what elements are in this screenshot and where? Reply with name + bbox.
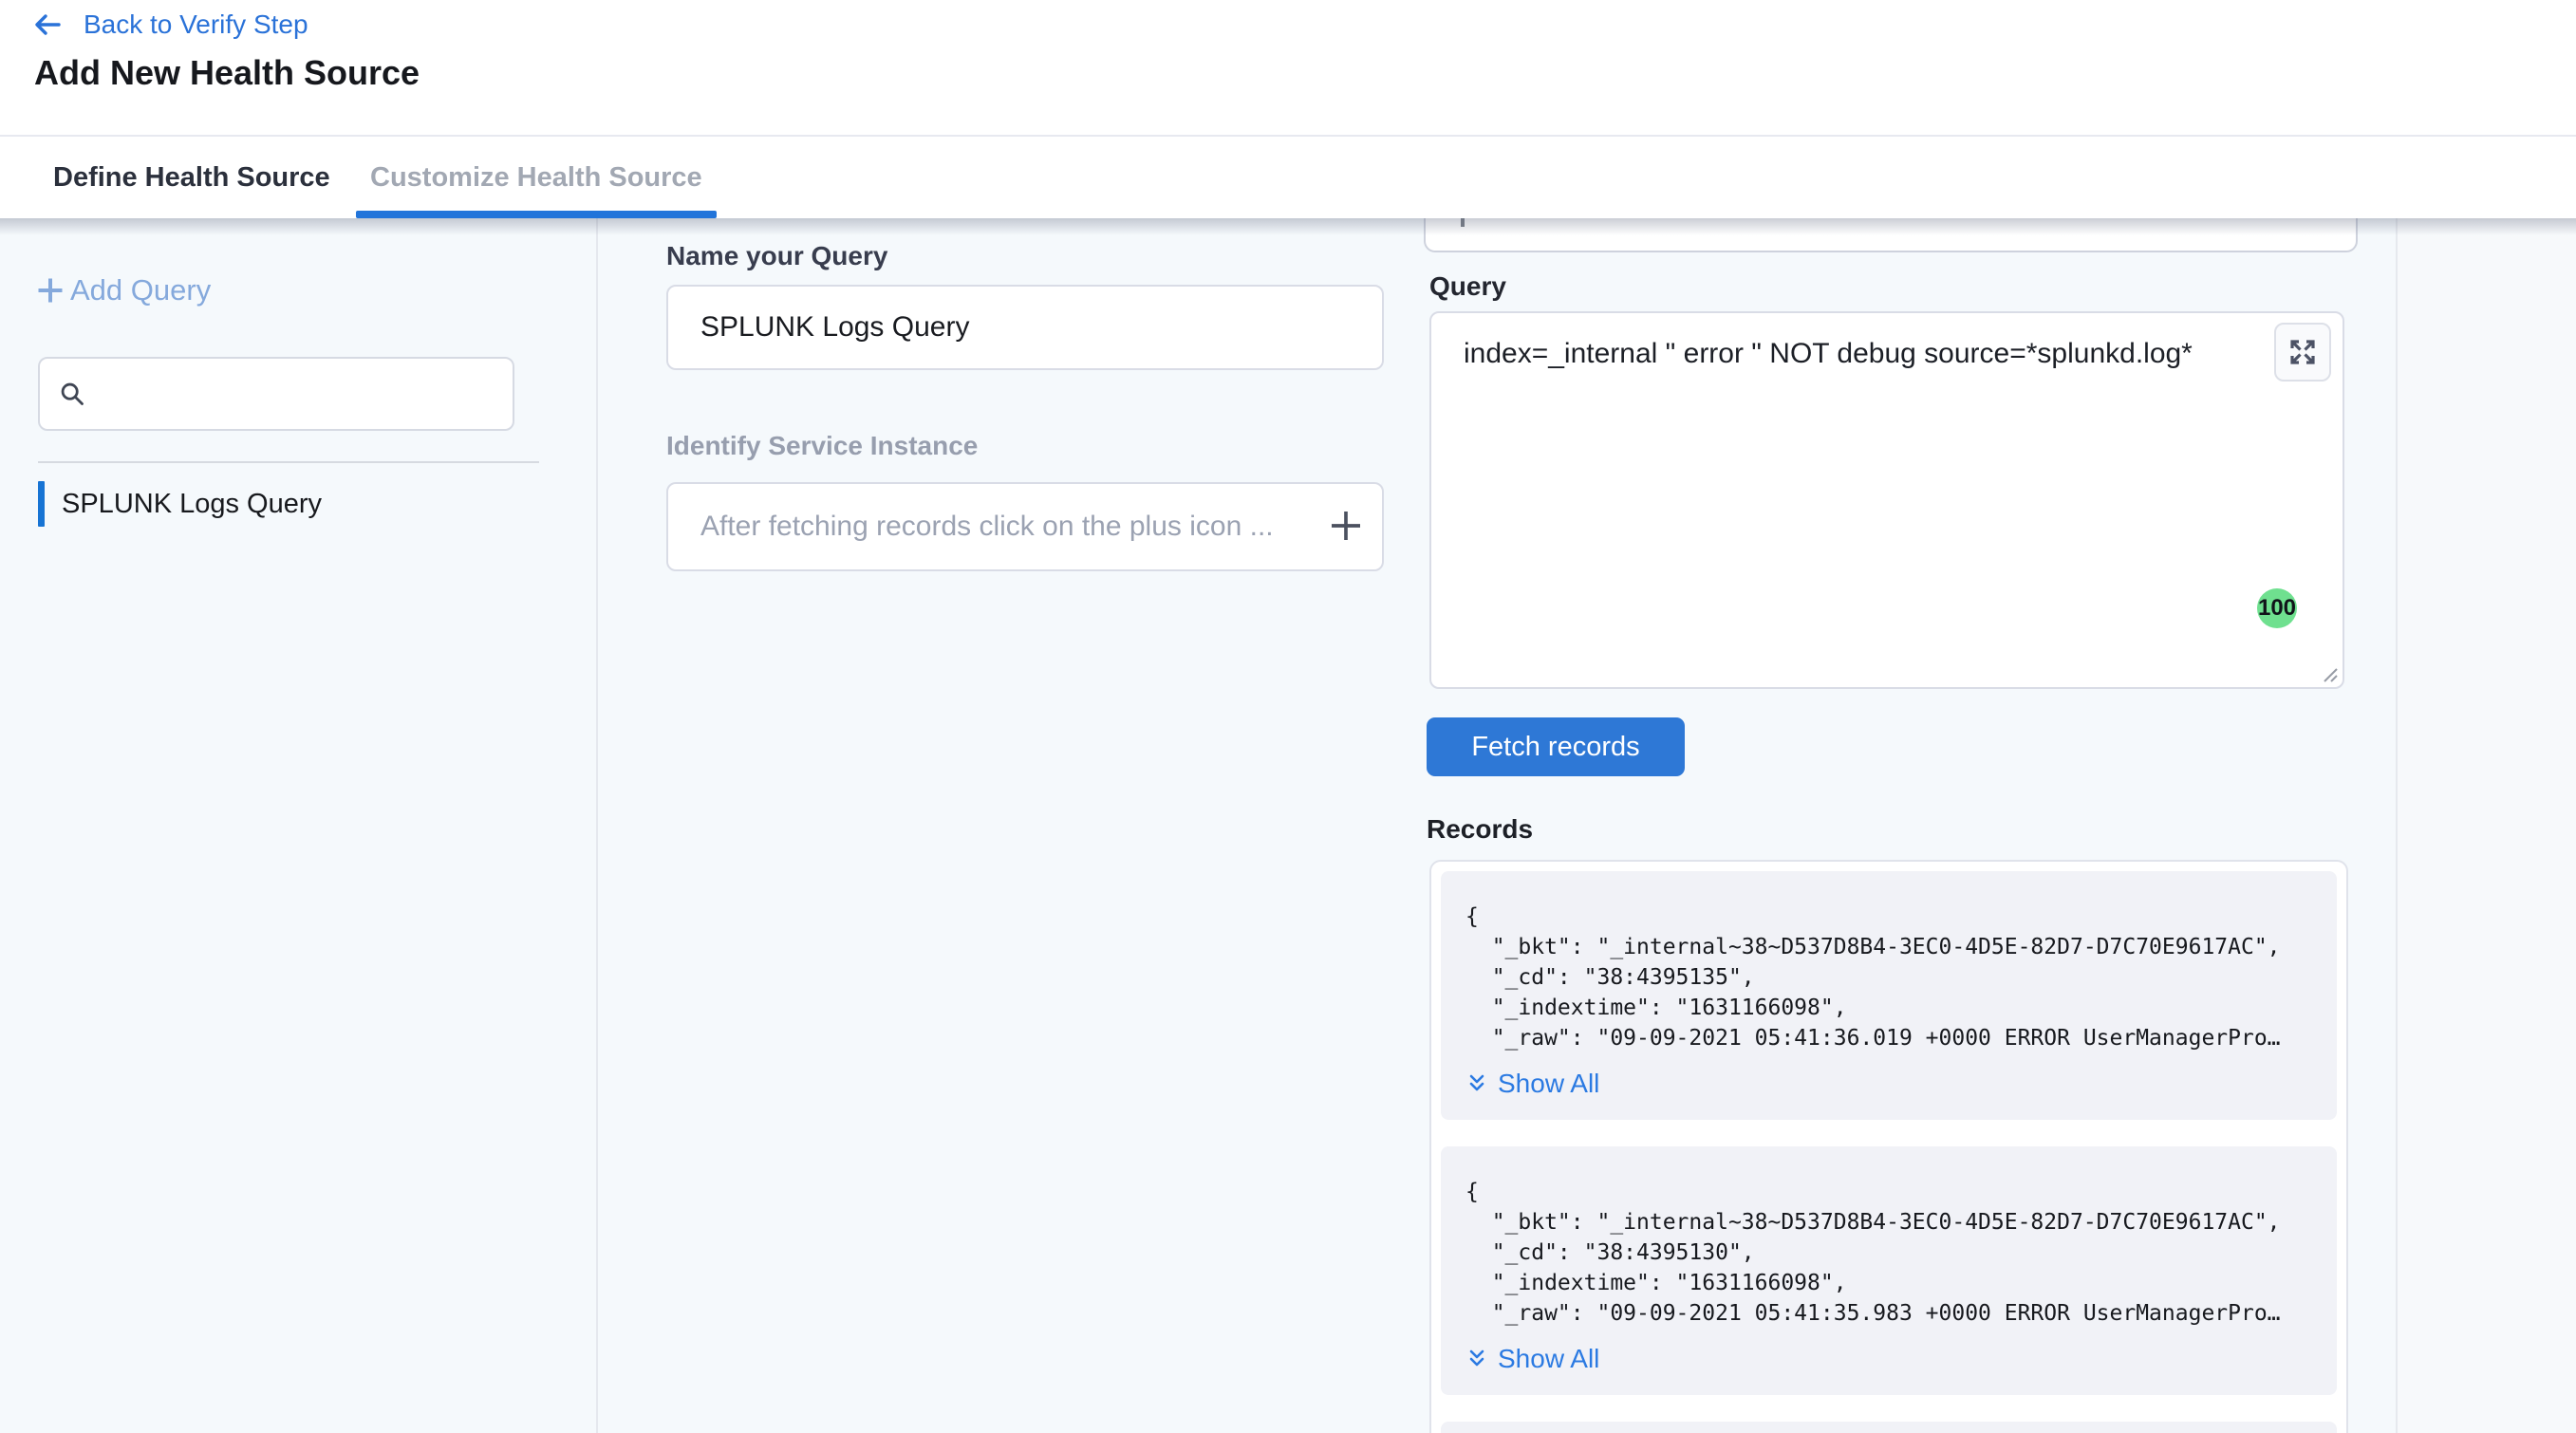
sidebar-item-splunk-logs-query[interactable]: SPLUNK Logs Query (38, 480, 322, 528)
record-json-line: { (1465, 1177, 2314, 1207)
record-json-line: "_cd": "38:4395135", (1465, 962, 2314, 993)
record-json-line: "_indextime": "1631166098", (1465, 993, 2314, 1023)
record-json-line: "_indextime": "1631166098", (1465, 1268, 2314, 1298)
show-all-link[interactable]: Show All (1465, 1069, 1599, 1099)
query-name-input[interactable] (666, 285, 1384, 370)
records-label: Records (1427, 814, 1533, 845)
back-arrow-icon (32, 11, 63, 38)
tab-customize-health-source[interactable]: Customize Health Source (370, 137, 702, 218)
back-link-label: Back to Verify Step (84, 9, 308, 40)
tab-bar: Define Health Source Customize Health So… (0, 137, 2576, 218)
show-all-link[interactable]: Show All (1465, 1344, 1599, 1374)
add-query-label: Add Query (70, 273, 211, 307)
expand-query-button[interactable] (2274, 323, 2331, 382)
query-sidebar: Add Query SPLUNK Logs Query (0, 218, 598, 1433)
page-title: Add New Health Source (34, 53, 420, 93)
back-to-verify-link[interactable]: Back to Verify Step (32, 9, 308, 40)
plus-icon (36, 276, 65, 305)
record-json-line: "_bkt": "_internal~38~D537D8B4-3EC0-4D5E… (1465, 932, 2314, 962)
record-json-line: { (1465, 902, 2314, 932)
record-json-line: "_bkt": "_internal~38~D537D8B4-3EC0-4D5E… (1465, 1207, 2314, 1238)
query-item-label: SPLUNK Logs Query (62, 489, 322, 520)
query-value: index=_internal " error " NOT debug sour… (1464, 338, 2238, 370)
show-all-label: Show All (1498, 1069, 1599, 1099)
right-panel-strip (2396, 218, 2576, 1433)
record-card: { "_bkt": "_internal~38~D537D8B4-3EC0-4D… (1441, 1146, 2337, 1395)
resize-handle-icon[interactable] (2318, 662, 2339, 683)
service-instance-input[interactable] (666, 482, 1384, 571)
fetch-records-button[interactable]: Fetch records (1427, 717, 1685, 776)
chevron-double-down-icon (1465, 1348, 1488, 1370)
tab-define-health-source[interactable]: Define Health Source (53, 137, 330, 218)
search-input[interactable] (101, 379, 494, 409)
page-header: Back to Verify Step Add New Health Sourc… (0, 0, 2576, 137)
service-instance-plus-button[interactable] (1323, 503, 1369, 549)
record-json-line: "_cd": "38:4395130", (1465, 1238, 2314, 1268)
identify-service-instance-label: Identify Service Instance (666, 431, 978, 461)
record-card: { "_bkt": "_internal~38~D537D8B4-3EC0-4D… (1441, 871, 2337, 1120)
show-all-label: Show All (1498, 1344, 1599, 1374)
query-textarea[interactable]: index=_internal " error " NOT debug sour… (1429, 311, 2344, 689)
scrolled-input-partial[interactable] (1424, 216, 2358, 252)
record-card-partial (1441, 1422, 2337, 1433)
content-area: Add Query SPLUNK Logs Query Name your Qu… (0, 218, 2576, 1433)
query-label: Query (1429, 271, 1506, 302)
sidebar-divider (38, 461, 539, 463)
query-search-box (38, 357, 514, 431)
page: Back to Verify Step Add New Health Sourc… (0, 0, 2576, 1433)
record-count-badge: 100 (2257, 588, 2297, 628)
active-tab-underline (356, 211, 717, 218)
add-query-button[interactable]: Add Query (36, 273, 211, 307)
expand-arrows-icon (2287, 337, 2318, 367)
search-icon (59, 381, 85, 407)
chevron-double-down-icon (1465, 1072, 1488, 1095)
selected-indicator-bar (38, 481, 45, 527)
record-json-line: "_raw": "09-09-2021 05:41:35.983 +0000 E… (1465, 1298, 2314, 1329)
records-container: { "_bkt": "_internal~38~D537D8B4-3EC0-4D… (1429, 860, 2348, 1433)
record-json-line: "_raw": "09-09-2021 05:41:36.019 +0000 E… (1465, 1023, 2314, 1053)
name-your-query-label: Name your Query (666, 241, 887, 271)
